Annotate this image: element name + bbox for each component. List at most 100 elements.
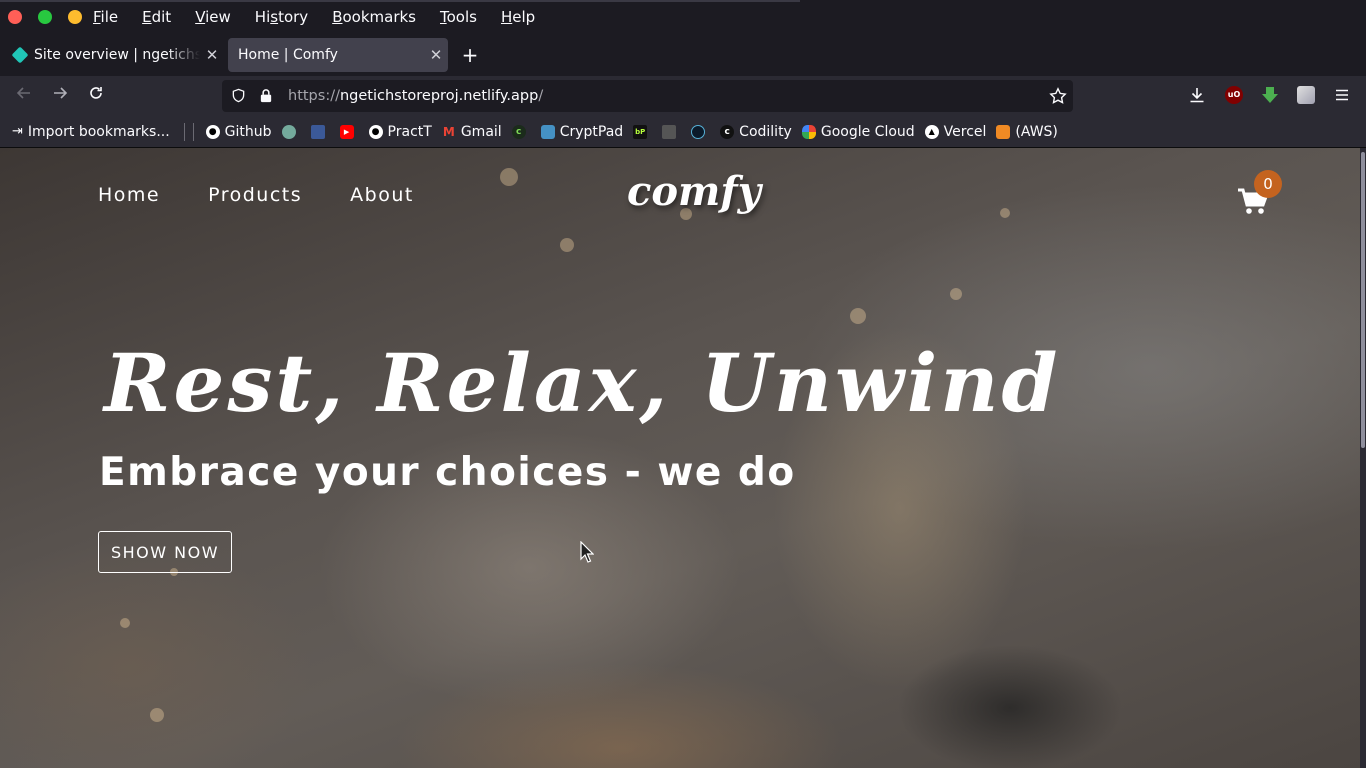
gmail-icon: M bbox=[442, 124, 455, 139]
stripe-icon bbox=[662, 124, 677, 139]
menu-edit[interactable]: Edit bbox=[142, 8, 183, 26]
bookmark-dark-circle[interactable] bbox=[691, 124, 710, 139]
bookmark-label: PractT bbox=[387, 123, 432, 140]
nav-home-link[interactable]: Home bbox=[98, 184, 160, 206]
nav-products-link[interactable]: Products bbox=[208, 184, 302, 206]
menu-accelerator: B bbox=[332, 8, 343, 26]
site-logo[interactable]: comfy bbox=[627, 168, 761, 215]
menu-tools-label: Tools bbox=[440, 8, 477, 26]
green-c-icon: c bbox=[511, 124, 526, 139]
bookmark-label: Vercel bbox=[943, 123, 987, 140]
arrow-left-icon bbox=[16, 87, 30, 99]
bookmark-vercel[interactable]: ▲ Vercel bbox=[924, 123, 987, 140]
window-minimize-button[interactable] bbox=[68, 10, 82, 24]
menu-accelerator: H bbox=[500, 8, 513, 26]
bookmark-blue-app[interactable] bbox=[310, 124, 330, 139]
tab-title: Site overview | ngetichstorepro bbox=[34, 47, 200, 63]
url-path: / bbox=[538, 88, 544, 104]
bookmark-aws[interactable]: (AWS) bbox=[996, 123, 1058, 140]
url-bar[interactable]: https://ngetichstoreproj.netlify.app/ bbox=[222, 80, 1073, 112]
chatgpt-icon bbox=[281, 124, 296, 139]
navigation-toolbar: https://ngetichstoreproj.netlify.app/ uO bbox=[0, 76, 1366, 116]
github-icon: ● bbox=[368, 124, 383, 139]
bookmark-star-icon[interactable] bbox=[1049, 87, 1067, 110]
bookmark-codility[interactable]: c Codility bbox=[720, 124, 792, 140]
cryptpad-icon bbox=[540, 124, 555, 139]
page-viewport: Home Products About comfy Rest, Relax, U… bbox=[0, 148, 1360, 768]
bookmark-chatgpt[interactable] bbox=[281, 124, 301, 139]
bookmark-green-c[interactable]: c bbox=[511, 124, 531, 139]
bp-icon: bP bbox=[633, 124, 648, 139]
show-now-button[interactable]: SHOW NOW bbox=[98, 531, 232, 573]
menu-accelerator: F bbox=[93, 8, 101, 26]
bookmark-label: CryptPad bbox=[559, 123, 624, 140]
bookmark-stripe[interactable] bbox=[662, 124, 681, 139]
mouse-cursor-icon bbox=[580, 541, 594, 563]
menu-accelerator: s bbox=[270, 8, 279, 26]
bookmark-google-cloud[interactable]: Google Cloud bbox=[801, 123, 915, 140]
bokeh-light bbox=[560, 238, 574, 252]
extension-icon[interactable] bbox=[1297, 86, 1315, 104]
ublock-origin-icon[interactable]: uO bbox=[1225, 86, 1243, 104]
menu-file-label: File bbox=[93, 8, 119, 26]
reload-icon bbox=[90, 87, 102, 99]
bookmark-bp[interactable]: bP bbox=[633, 124, 652, 139]
menu-help[interactable]: Help bbox=[501, 8, 547, 26]
tab-site-overview[interactable]: Site overview | ngetichstorepro ✕ bbox=[4, 38, 224, 72]
arrow-right-icon bbox=[54, 87, 68, 99]
bokeh-light bbox=[950, 288, 962, 300]
bokeh-light bbox=[120, 618, 130, 628]
bokeh-light bbox=[150, 708, 164, 722]
url-text: https://ngetichstoreproj.netlify.app/ bbox=[288, 88, 543, 104]
bookmark-cryptpad[interactable]: CryptPad bbox=[540, 123, 624, 140]
menu-view[interactable]: View bbox=[195, 8, 243, 26]
bookmark-gmail[interactable]: M Gmail bbox=[442, 124, 502, 140]
window-close-button[interactable] bbox=[8, 10, 22, 24]
import-bookmarks[interactable]: ⇥ Import bookmarks... bbox=[12, 124, 170, 140]
bookmark-label: Gmail bbox=[460, 123, 502, 140]
menu-file[interactable]: File bbox=[93, 8, 130, 26]
aws-icon bbox=[996, 124, 1011, 139]
green-download-extension-icon[interactable] bbox=[1261, 86, 1279, 104]
bookmark-label: Google Cloud bbox=[820, 123, 915, 140]
hamburger-menu-icon[interactable] bbox=[1333, 86, 1351, 104]
blue-app-icon bbox=[310, 124, 325, 139]
tab-home-comfy[interactable]: Home | Comfy ✕ bbox=[228, 38, 448, 72]
new-tab-button[interactable]: + bbox=[458, 42, 482, 68]
google-cloud-icon bbox=[801, 124, 816, 139]
menu-history-label: History bbox=[254, 8, 309, 26]
cart-count-badge: 0 bbox=[1254, 170, 1282, 198]
bookmark-youtube[interactable]: ▶ bbox=[339, 124, 359, 139]
netlify-icon bbox=[11, 46, 29, 64]
menu-tools[interactable]: Tools bbox=[440, 8, 489, 26]
page-scrollbar-thumb[interactable] bbox=[1361, 152, 1365, 448]
menu-help-label: Help bbox=[500, 8, 536, 26]
bookmarks-bar: ⇥ Import bookmarks... ● Github ▶ ● PractT … bbox=[0, 116, 1366, 148]
import-icon: ⇥ bbox=[12, 124, 23, 139]
forward-button[interactable] bbox=[48, 84, 72, 108]
close-icon[interactable]: ✕ bbox=[200, 46, 224, 64]
bokeh-light bbox=[1000, 208, 1010, 218]
tab-bar: Site overview | ngetichstorepro ✕ Home |… bbox=[0, 34, 1366, 76]
tab-title: Home | Comfy bbox=[238, 47, 338, 63]
close-icon[interactable]: ✕ bbox=[424, 46, 448, 64]
bookmark-separator bbox=[183, 122, 185, 141]
back-button[interactable] bbox=[12, 84, 36, 108]
window-maximize-button[interactable] bbox=[38, 10, 52, 24]
reload-button[interactable] bbox=[84, 84, 108, 108]
menu-history[interactable]: History bbox=[255, 8, 320, 26]
bokeh-light bbox=[850, 308, 866, 324]
import-bookmarks-label: Import bookmarks... bbox=[27, 123, 170, 140]
downloads-icon[interactable] bbox=[1188, 86, 1206, 104]
nav-about-link[interactable]: About bbox=[350, 184, 414, 206]
youtube-icon: ▶ bbox=[339, 124, 354, 139]
bookmark-practt[interactable]: ● PractT bbox=[368, 123, 432, 140]
bookmark-label: (AWS) bbox=[1015, 123, 1058, 140]
bookmark-label: Codility bbox=[739, 123, 792, 140]
shield-icon[interactable] bbox=[230, 88, 246, 104]
url-scheme: https:// bbox=[288, 88, 340, 104]
lock-icon[interactable] bbox=[258, 88, 274, 104]
menu-bookmarks[interactable]: Bookmarks bbox=[332, 8, 428, 26]
vercel-icon: ▲ bbox=[924, 124, 939, 139]
bookmark-github[interactable]: ● Github bbox=[205, 124, 272, 140]
